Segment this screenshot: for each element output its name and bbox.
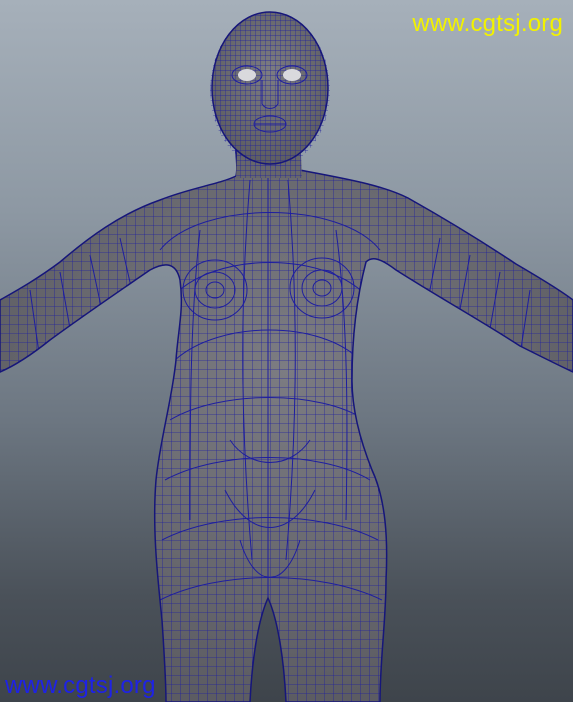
watermark-bottom: www.cgtsj.org [5, 672, 156, 699]
wireframe-figure-model[interactable] [0, 0, 573, 702]
right-eye [283, 69, 301, 81]
head-mesh[interactable] [200, 0, 350, 180]
body-mesh[interactable] [0, 140, 573, 702]
viewport-3d[interactable]: www.cgtsj.org www.cgtsj.org [0, 0, 573, 702]
watermark-top: www.cgtsj.org [412, 10, 563, 37]
left-eye [238, 69, 256, 81]
